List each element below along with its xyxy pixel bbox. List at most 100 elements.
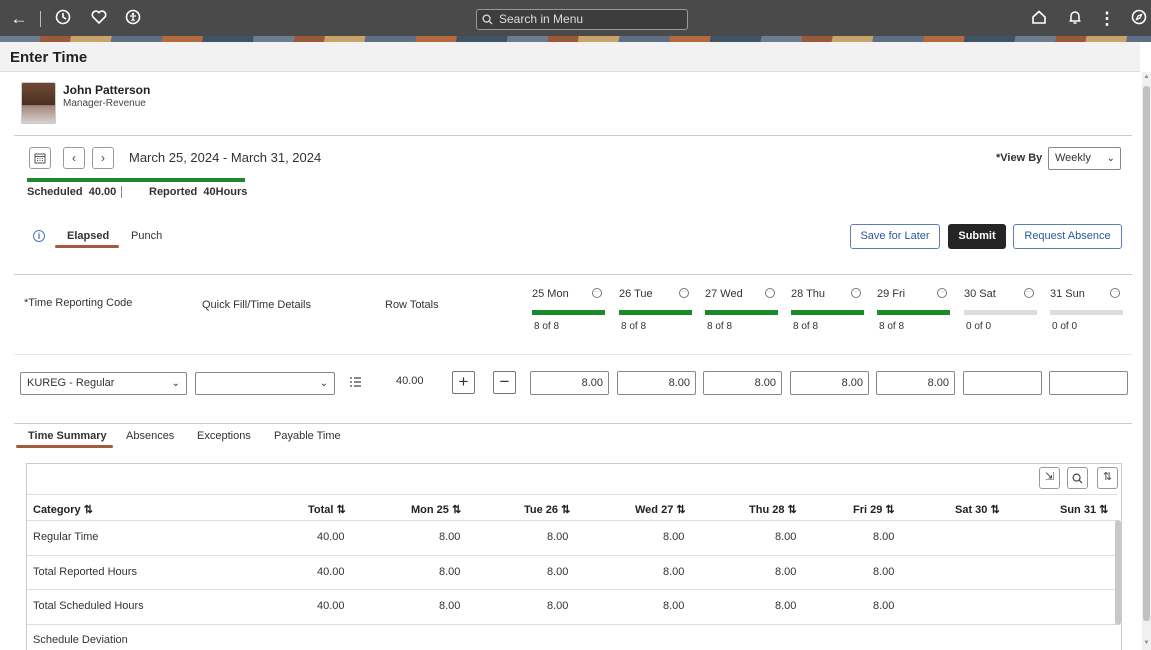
scheduled-hours: Scheduled 40.00 bbox=[27, 186, 117, 198]
more-options-icon[interactable]: ··· bbox=[1024, 288, 1034, 298]
search-icon[interactable] bbox=[1067, 467, 1088, 489]
delete-row-button[interactable]: − bbox=[493, 371, 516, 394]
tab-elapsed[interactable]: Elapsed bbox=[67, 230, 109, 242]
day-status: 8 of 8 bbox=[879, 321, 905, 332]
cell-fri: 8.00 bbox=[873, 600, 895, 612]
time-summary-grid bbox=[26, 463, 1122, 650]
minus-icon: − bbox=[499, 372, 510, 391]
more-options-icon[interactable]: ··· bbox=[851, 288, 861, 298]
hours-input-wed[interactable]: 8.00 bbox=[703, 371, 782, 395]
view-by-select[interactable]: Weekly ⌄ bbox=[1048, 147, 1121, 170]
notifications-bell-icon[interactable] bbox=[1064, 9, 1086, 30]
more-options-icon[interactable]: ··· bbox=[937, 288, 947, 298]
trc-header: *Time Reporting Code bbox=[24, 297, 133, 309]
divider bbox=[14, 423, 1132, 424]
cell-wed: 8.00 bbox=[663, 566, 685, 578]
calendar-icon[interactable] bbox=[29, 147, 51, 169]
col-header-thu[interactable]: Thu 28 ⇅ bbox=[749, 503, 797, 516]
cell-category: Total Scheduled Hours bbox=[33, 600, 144, 612]
row-totals-header: Row Totals bbox=[385, 299, 439, 311]
more-actions-icon[interactable]: ⋮ bbox=[1096, 9, 1118, 29]
more-options-icon[interactable]: ··· bbox=[765, 288, 775, 298]
more-options-icon[interactable]: ··· bbox=[592, 288, 602, 298]
more-options-icon[interactable]: ··· bbox=[1110, 288, 1120, 298]
col-header-total[interactable]: Total ⇅ bbox=[308, 503, 346, 516]
favorites-icon[interactable] bbox=[88, 9, 110, 30]
recent-places-icon[interactable] bbox=[52, 9, 74, 30]
col-header-category[interactable]: Category ⇅ bbox=[33, 503, 93, 516]
col-header-tue[interactable]: Tue 26 ⇅ bbox=[524, 503, 570, 516]
submit-button[interactable]: Submit bbox=[948, 224, 1006, 249]
menu-search-input[interactable]: Search in Menu bbox=[476, 9, 688, 30]
navigator-compass-icon[interactable] bbox=[1128, 9, 1150, 30]
sort-icon[interactable]: ⇅ bbox=[1097, 467, 1118, 489]
cell-category: Total Reported Hours bbox=[33, 566, 137, 578]
hours-input-mon[interactable]: 8.00 bbox=[530, 371, 609, 395]
tab-exceptions[interactable]: Exceptions bbox=[197, 430, 251, 442]
day-status: 8 of 8 bbox=[621, 321, 647, 332]
export-icon[interactable]: ⇲ bbox=[1039, 467, 1060, 489]
accessibility-icon[interactable] bbox=[122, 9, 144, 30]
reported-progress-bar bbox=[27, 178, 245, 182]
time-details-icon[interactable] bbox=[349, 376, 362, 391]
cell-thu: 8.00 bbox=[775, 531, 797, 543]
hours-input-tue[interactable]: 8.00 bbox=[617, 371, 696, 395]
more-options-icon[interactable]: ··· bbox=[679, 288, 689, 298]
request-absence-button[interactable]: Request Absence bbox=[1013, 224, 1122, 249]
plus-icon: + bbox=[458, 372, 469, 391]
grid-scrollbar-thumb[interactable] bbox=[1115, 520, 1121, 625]
day-progress-bar bbox=[791, 310, 864, 315]
trc-select[interactable]: KUREG - Regular ⌄ bbox=[20, 372, 187, 395]
cell-wed: 8.00 bbox=[663, 531, 685, 543]
cell-thu: 8.00 bbox=[775, 600, 797, 612]
grid-row-border bbox=[27, 624, 1117, 625]
quick-fill-select[interactable]: ⌄ bbox=[195, 372, 335, 395]
employee-name: John Patterson bbox=[63, 83, 151, 97]
back-arrow-icon[interactable]: ← bbox=[8, 9, 30, 29]
cell-category: Schedule Deviation bbox=[33, 634, 128, 646]
save-for-later-button[interactable]: Save for Later bbox=[850, 224, 940, 249]
hours-input-fri[interactable]: 8.00 bbox=[876, 371, 955, 395]
tab-punch[interactable]: Punch bbox=[131, 230, 162, 242]
page-scrollbar[interactable]: ▲ ▼ bbox=[1142, 72, 1151, 650]
day-name: 31 Sun bbox=[1050, 288, 1085, 300]
cell-tue: 8.00 bbox=[547, 600, 569, 612]
cell-tue: 8.00 bbox=[547, 566, 569, 578]
chevron-right-icon: › bbox=[101, 151, 105, 165]
view-by-label: *View By bbox=[996, 152, 1043, 164]
day-status: 8 of 8 bbox=[793, 321, 819, 332]
hours-input-sat[interactable] bbox=[963, 371, 1042, 395]
chevron-left-icon: ‹ bbox=[72, 151, 76, 165]
day-status: 8 of 8 bbox=[534, 321, 560, 332]
chevron-down-icon: ⌄ bbox=[1106, 153, 1115, 164]
row-total: 40.00 bbox=[396, 375, 424, 387]
info-icon[interactable]: i bbox=[33, 230, 45, 242]
col-header-sat[interactable]: Sat 30 ⇅ bbox=[955, 503, 1000, 516]
day-progress-bar bbox=[877, 310, 950, 315]
col-header-sun[interactable]: Sun 31 ⇅ bbox=[1060, 503, 1108, 516]
day-progress-bar bbox=[964, 310, 1037, 315]
tab-payable-time[interactable]: Payable Time bbox=[274, 430, 341, 442]
add-row-button[interactable]: + bbox=[452, 371, 475, 394]
scroll-up-icon[interactable]: ▲ bbox=[1142, 74, 1151, 82]
day-name: 28 Thu bbox=[791, 288, 826, 300]
employee-role: Manager-Revenue bbox=[63, 98, 146, 109]
home-icon[interactable] bbox=[1028, 9, 1050, 30]
grid-header-border bbox=[27, 494, 1117, 495]
next-period-button[interactable]: › bbox=[92, 147, 114, 169]
col-header-wed[interactable]: Wed 27 ⇅ bbox=[635, 503, 686, 516]
tab-time-summary[interactable]: Time Summary bbox=[28, 430, 107, 442]
hours-input-sun[interactable] bbox=[1049, 371, 1128, 395]
cell-total: 40.00 bbox=[317, 531, 345, 543]
scrollbar-thumb[interactable] bbox=[1143, 86, 1150, 621]
hours-input-thu[interactable]: 8.00 bbox=[790, 371, 869, 395]
scroll-down-icon[interactable]: ▼ bbox=[1142, 640, 1151, 648]
col-header-mon[interactable]: Mon 25 ⇅ bbox=[411, 503, 461, 516]
day-progress-bar bbox=[1050, 310, 1123, 315]
previous-period-button[interactable]: ‹ bbox=[63, 147, 85, 169]
tab-absences[interactable]: Absences bbox=[126, 430, 174, 442]
day-status: 8 of 8 bbox=[707, 321, 733, 332]
active-tab-underline bbox=[55, 245, 119, 248]
cell-fri: 8.00 bbox=[873, 531, 895, 543]
col-header-fri[interactable]: Fri 29 ⇅ bbox=[853, 503, 895, 516]
